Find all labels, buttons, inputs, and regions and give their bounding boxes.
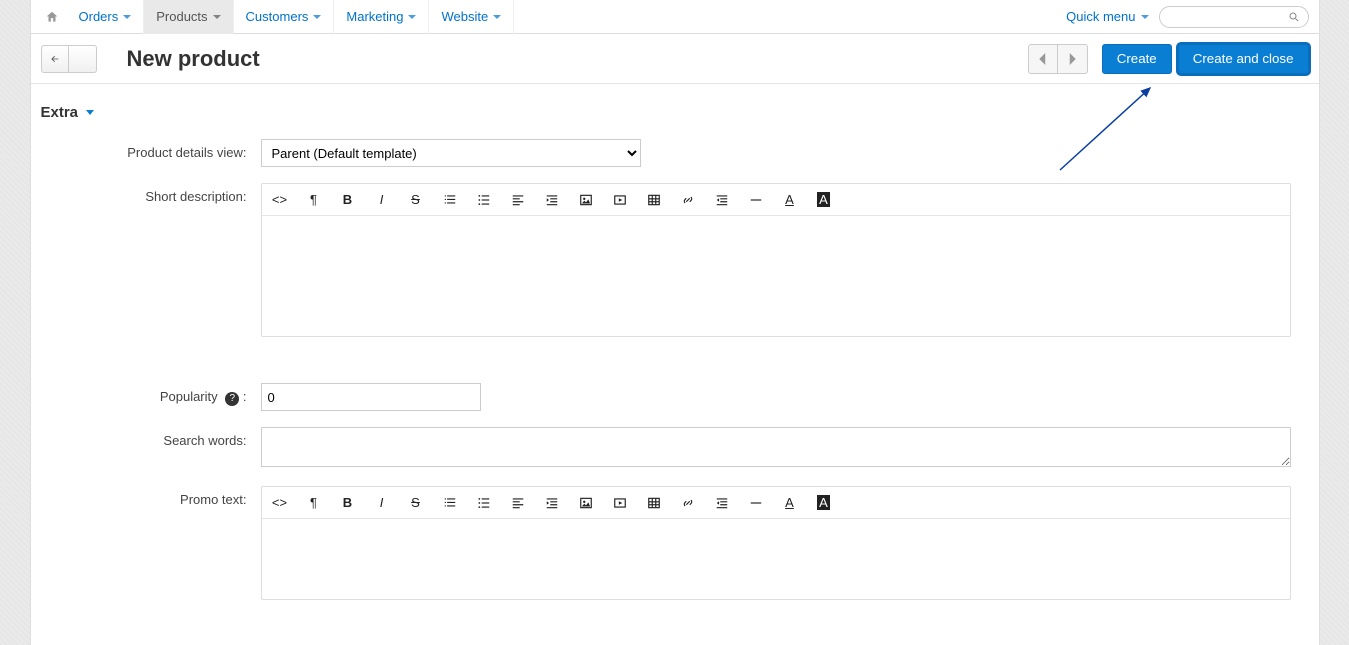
table-icon[interactable] bbox=[646, 495, 662, 511]
link-icon[interactable] bbox=[680, 192, 696, 208]
text-color-icon[interactable]: A bbox=[782, 495, 798, 511]
promo-text-editor: <> ¶ B I S bbox=[261, 486, 1291, 600]
label-promo-text: Promo text: bbox=[41, 486, 261, 507]
row-popularity: Popularity ? : bbox=[31, 375, 1319, 419]
prev-button[interactable] bbox=[1028, 44, 1058, 74]
nav-label: Orders bbox=[79, 9, 119, 24]
caret-down-icon bbox=[123, 15, 131, 19]
caret-down-icon bbox=[86, 110, 94, 115]
bg-color-icon[interactable]: A bbox=[816, 495, 832, 511]
italic-icon[interactable]: I bbox=[374, 495, 390, 511]
section-extra[interactable]: Extra bbox=[31, 94, 1319, 131]
link-icon[interactable] bbox=[680, 495, 696, 511]
short-description-body[interactable] bbox=[262, 216, 1290, 336]
bold-icon[interactable]: B bbox=[340, 495, 356, 511]
short-description-editor: <> ¶ B I S bbox=[261, 183, 1291, 337]
row-search-words: Search words: bbox=[31, 419, 1319, 478]
nav-marketing[interactable]: Marketing bbox=[334, 0, 429, 34]
strike-icon[interactable]: S bbox=[408, 495, 424, 511]
nav-products[interactable]: Products bbox=[144, 0, 233, 34]
hr-icon[interactable] bbox=[748, 495, 764, 511]
section-title-text: Extra bbox=[41, 104, 79, 121]
bg-color-icon[interactable]: A bbox=[816, 192, 832, 208]
search-input[interactable] bbox=[1159, 6, 1309, 28]
quick-menu[interactable]: Quick menu bbox=[1066, 9, 1148, 24]
search-icon bbox=[1288, 11, 1300, 23]
page-title: New product bbox=[127, 46, 260, 72]
code-view-icon[interactable]: <> bbox=[272, 495, 288, 511]
create-button[interactable]: Create bbox=[1102, 44, 1172, 74]
caret-down-icon bbox=[1141, 15, 1149, 19]
quick-menu-label: Quick menu bbox=[1066, 9, 1135, 24]
nav-label: Website bbox=[441, 9, 488, 24]
outdent-icon[interactable] bbox=[714, 192, 730, 208]
details-view-select[interactable]: Parent (Default template) bbox=[261, 139, 641, 167]
unordered-list-icon[interactable] bbox=[476, 192, 492, 208]
top-nav: Orders Products Customers Marketing Webs… bbox=[31, 0, 1319, 34]
hr-icon[interactable] bbox=[748, 192, 764, 208]
nav-customers[interactable]: Customers bbox=[234, 0, 335, 34]
popularity-input[interactable] bbox=[261, 383, 481, 411]
strike-icon[interactable]: S bbox=[408, 192, 424, 208]
content-area: Extra Product details view: Parent (Defa… bbox=[31, 84, 1319, 638]
rte-toolbar: <> ¶ B I S bbox=[262, 487, 1290, 519]
help-icon[interactable]: ? bbox=[225, 392, 239, 406]
label-short-description: Short description: bbox=[41, 183, 261, 204]
rte-toolbar: <> ¶ B I S bbox=[262, 184, 1290, 216]
bold-icon[interactable]: B bbox=[340, 192, 356, 208]
image-icon[interactable] bbox=[578, 192, 594, 208]
row-details-view: Product details view: Parent (Default te… bbox=[31, 131, 1319, 175]
caret-down-icon bbox=[213, 15, 221, 19]
indent-icon[interactable] bbox=[544, 192, 560, 208]
indent-icon[interactable] bbox=[544, 495, 560, 511]
italic-icon[interactable]: I bbox=[374, 192, 390, 208]
outdent-icon[interactable] bbox=[714, 495, 730, 511]
back-button-group bbox=[41, 45, 97, 73]
page-header: New product Create Create and close bbox=[31, 34, 1319, 84]
nav-orders[interactable]: Orders bbox=[67, 0, 145, 34]
back-button[interactable] bbox=[41, 45, 69, 73]
nav-website[interactable]: Website bbox=[429, 0, 514, 34]
label-text: Popularity bbox=[160, 389, 218, 404]
label-details-view: Product details view: bbox=[41, 139, 261, 160]
row-promo-text: Promo text: <> ¶ B I S bbox=[31, 478, 1319, 608]
back-dropdown-button[interactable] bbox=[69, 45, 97, 73]
label-popularity: Popularity ? : bbox=[41, 383, 261, 406]
next-button[interactable] bbox=[1058, 44, 1088, 74]
table-icon[interactable] bbox=[646, 192, 662, 208]
align-left-icon[interactable] bbox=[510, 495, 526, 511]
image-icon[interactable] bbox=[578, 495, 594, 511]
video-icon[interactable] bbox=[612, 192, 628, 208]
promo-text-body[interactable] bbox=[262, 519, 1290, 599]
pager-arrows bbox=[1028, 44, 1088, 74]
align-left-icon[interactable] bbox=[510, 192, 526, 208]
text-color-icon[interactable]: A bbox=[782, 192, 798, 208]
nav-label: Marketing bbox=[346, 9, 403, 24]
search-words-input[interactable] bbox=[261, 427, 1291, 467]
paragraph-icon[interactable]: ¶ bbox=[306, 495, 322, 511]
create-and-close-button[interactable]: Create and close bbox=[1178, 44, 1309, 74]
ordered-list-icon[interactable] bbox=[442, 192, 458, 208]
code-view-icon[interactable]: <> bbox=[272, 192, 288, 208]
video-icon[interactable] bbox=[612, 495, 628, 511]
unordered-list-icon[interactable] bbox=[476, 495, 492, 511]
home-icon[interactable] bbox=[37, 0, 67, 34]
ordered-list-icon[interactable] bbox=[442, 495, 458, 511]
row-short-description: Short description: <> ¶ B I S bbox=[31, 175, 1319, 345]
nav-label: Products bbox=[156, 9, 207, 24]
caret-down-icon bbox=[313, 15, 321, 19]
caret-down-icon bbox=[493, 15, 501, 19]
nav-label: Customers bbox=[246, 9, 309, 24]
label-search-words: Search words: bbox=[41, 427, 261, 448]
caret-down-icon bbox=[408, 15, 416, 19]
paragraph-icon[interactable]: ¶ bbox=[306, 192, 322, 208]
